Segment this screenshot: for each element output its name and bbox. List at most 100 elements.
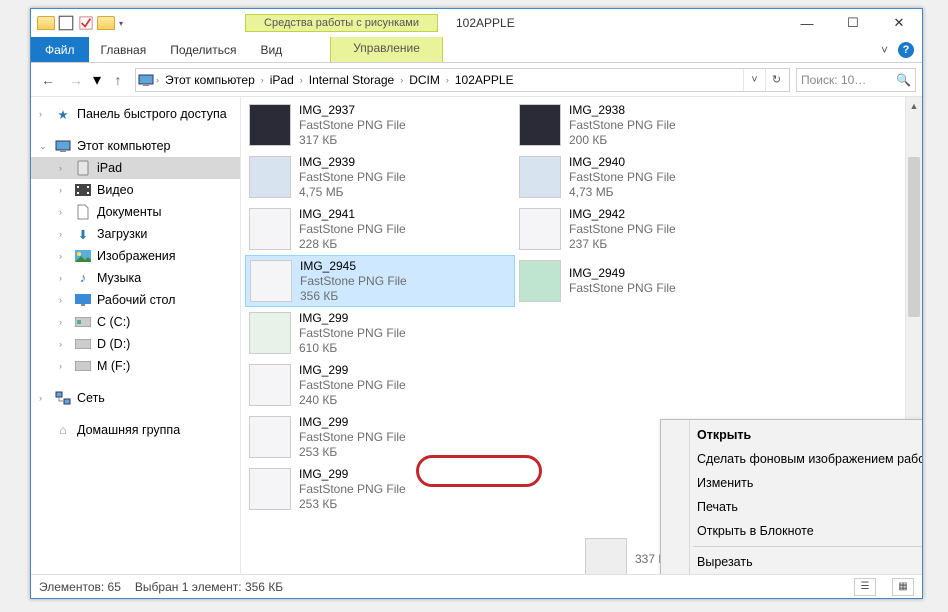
tree-videos[interactable]: › Видео bbox=[31, 179, 240, 201]
forward-button[interactable]: → bbox=[65, 69, 87, 91]
ctx-open-in-notepad[interactable]: Открыть в Блокноте bbox=[663, 519, 922, 543]
expand-icon[interactable]: › bbox=[59, 295, 62, 305]
file-item[interactable]: IMG_299FastStone PNG File240 КБ bbox=[245, 359, 515, 411]
tree-music[interactable]: › ♪ Музыка bbox=[31, 267, 240, 289]
file-size: 610 КБ bbox=[299, 341, 406, 356]
qat-dropdown-icon[interactable]: ▾ bbox=[117, 19, 125, 28]
tree-ipad[interactable]: › iPad bbox=[31, 157, 240, 179]
scroll-up-icon[interactable]: ▲ bbox=[906, 97, 922, 114]
minimize-button[interactable]: — bbox=[784, 9, 830, 37]
tree-quick-access[interactable]: › ★ Панель быстрого доступа bbox=[31, 103, 240, 125]
expand-icon[interactable]: › bbox=[39, 393, 42, 403]
crumb-ipad[interactable]: iPad bbox=[266, 73, 298, 87]
crumb-internal-storage[interactable]: Internal Storage bbox=[305, 73, 398, 87]
file-name: IMG_2940 bbox=[569, 155, 676, 170]
file-size: 228 КБ bbox=[299, 237, 406, 252]
crumb-sep-icon[interactable]: › bbox=[259, 75, 266, 85]
view-tiles-button[interactable]: ▦ bbox=[892, 578, 914, 596]
ctx-open[interactable]: Открыть bbox=[663, 423, 922, 447]
back-button[interactable]: ← bbox=[37, 69, 59, 91]
expand-icon[interactable]: › bbox=[39, 109, 42, 119]
tree-label: Музыка bbox=[97, 271, 141, 285]
file-item[interactable]: IMG_2940FastStone PNG File4,73 МБ bbox=[515, 151, 785, 203]
expand-icon[interactable]: › bbox=[59, 361, 62, 371]
tab-share[interactable]: Поделиться bbox=[158, 37, 248, 62]
titlebar: ▾ Средства работы с рисунками 102APPLE —… bbox=[31, 9, 922, 37]
file-item[interactable]: IMG_299FastStone PNG File610 КБ bbox=[245, 307, 515, 359]
ctx-print[interactable]: Печать bbox=[663, 495, 922, 519]
thumbnail-icon bbox=[249, 104, 291, 146]
tree-drive-m[interactable]: › M (F:) bbox=[31, 355, 240, 377]
crumb-sep-icon[interactable]: › bbox=[154, 75, 161, 85]
tree-this-pc[interactable]: ⌄ Этот компьютер bbox=[31, 135, 240, 157]
new-folder-icon[interactable] bbox=[97, 14, 115, 32]
collapse-icon[interactable]: ⌄ bbox=[39, 141, 47, 152]
tab-view[interactable]: Вид bbox=[248, 37, 294, 62]
crumb-sep-icon[interactable]: › bbox=[298, 75, 305, 85]
thumbnail-icon bbox=[249, 156, 291, 198]
tool-tab-pictures[interactable]: Средства работы с рисунками bbox=[245, 14, 438, 32]
expand-icon[interactable]: › bbox=[59, 317, 62, 327]
tree-downloads[interactable]: › ⬇ Загрузки bbox=[31, 223, 240, 245]
file-item[interactable]: IMG_299FastStone PNG File253 КБ bbox=[245, 463, 515, 515]
up-button[interactable]: ↑ bbox=[107, 69, 129, 91]
tool-tab-manage[interactable]: Управление bbox=[330, 37, 443, 62]
tree-desktop[interactable]: › Рабочий стол bbox=[31, 289, 240, 311]
file-item[interactable]: IMG_299FastStone PNG File253 КБ bbox=[245, 411, 515, 463]
crumb-sep-icon[interactable]: › bbox=[398, 75, 405, 85]
ribbon-expand-icon[interactable]: ˅ bbox=[881, 43, 888, 57]
search-placeholder: Поиск: 10… bbox=[801, 73, 866, 87]
close-button[interactable]: ✕ bbox=[876, 9, 922, 37]
file-size: 4,73 МБ bbox=[569, 185, 676, 200]
address-bar[interactable]: › Этот компьютер › iPad › Internal Stora… bbox=[135, 68, 790, 92]
file-item[interactable]: IMG_2938FastStone PNG File200 КБ bbox=[515, 99, 785, 151]
expand-icon[interactable]: › bbox=[59, 339, 62, 349]
file-type: FastStone PNG File bbox=[299, 170, 406, 185]
tree-label: Панель быстрого доступа bbox=[77, 107, 227, 121]
scroll-thumb[interactable] bbox=[908, 157, 920, 317]
ctx-set-wallpaper[interactable]: Сделать фоновым изображением рабочего ст… bbox=[663, 447, 922, 471]
tree-pictures[interactable]: › Изображения bbox=[31, 245, 240, 267]
tree-label: Домашняя группа bbox=[77, 423, 180, 437]
tree-network[interactable]: › Сеть bbox=[31, 387, 240, 409]
ctx-cut[interactable]: Вырезать bbox=[663, 550, 922, 574]
expand-icon[interactable]: › bbox=[59, 207, 62, 217]
thumbnail-icon bbox=[249, 416, 291, 458]
refresh-icon[interactable]: ↻ bbox=[765, 69, 787, 91]
file-name: IMG_2949 bbox=[569, 266, 676, 281]
tab-home[interactable]: Главная bbox=[89, 37, 159, 62]
file-item[interactable]: IMG_2937FastStone PNG File317 КБ bbox=[245, 99, 515, 151]
expand-icon[interactable]: › bbox=[59, 185, 62, 195]
file-item[interactable]: IMG_2949FastStone PNG File bbox=[515, 255, 785, 307]
file-item[interactable]: IMG_2942FastStone PNG File237 КБ bbox=[515, 203, 785, 255]
file-item[interactable]: IMG_2941FastStone PNG File228 КБ bbox=[245, 203, 515, 255]
tree-drive-c[interactable]: › C (C:) bbox=[31, 311, 240, 333]
tree-documents[interactable]: › Документы bbox=[31, 201, 240, 223]
file-tab[interactable]: Файл bbox=[31, 37, 89, 62]
help-icon[interactable]: ? bbox=[898, 42, 914, 58]
checkbox-icon[interactable] bbox=[77, 14, 95, 32]
crumb-102apple[interactable]: 102APPLE bbox=[451, 73, 518, 87]
maximize-button[interactable]: ☐ bbox=[830, 9, 876, 37]
view-details-button[interactable]: ☰ bbox=[854, 578, 876, 596]
crumb-this-pc[interactable]: Этот компьютер bbox=[161, 73, 259, 87]
file-item[interactable]: IMG_2939FastStone PNG File4,75 МБ bbox=[245, 151, 515, 203]
crumb-sep-icon[interactable]: › bbox=[444, 75, 451, 85]
tree-drive-d[interactable]: › D (D:) bbox=[31, 333, 240, 355]
thumbnail-icon bbox=[519, 104, 561, 146]
tree-homegroup[interactable]: ⌂ Домашняя группа bbox=[31, 419, 240, 441]
ctx-edit[interactable]: Изменить bbox=[663, 471, 922, 495]
tree-label: iPad bbox=[97, 161, 122, 175]
properties-icon[interactable] bbox=[57, 14, 75, 32]
expand-icon[interactable]: › bbox=[59, 251, 62, 261]
file-type: FastStone PNG File bbox=[299, 378, 406, 393]
search-input[interactable]: Поиск: 10… 🔍 bbox=[796, 68, 916, 92]
search-icon[interactable]: 🔍 bbox=[896, 73, 911, 87]
address-dropdown-icon[interactable]: ˅ bbox=[743, 69, 765, 91]
expand-icon[interactable]: › bbox=[59, 229, 62, 239]
file-item[interactable]: IMG_2945FastStone PNG File356 КБ bbox=[245, 255, 515, 307]
expand-icon[interactable]: › bbox=[59, 273, 62, 283]
history-dropdown-icon[interactable]: ▾ bbox=[93, 70, 101, 90]
crumb-dcim[interactable]: DCIM bbox=[405, 73, 444, 87]
expand-icon[interactable]: › bbox=[59, 163, 62, 173]
